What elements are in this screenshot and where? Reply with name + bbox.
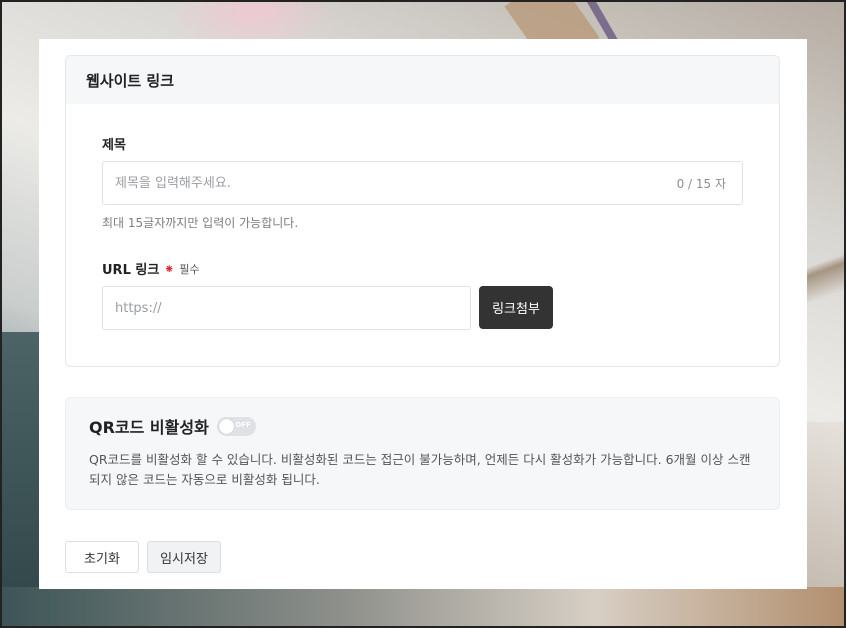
url-field[interactable] — [102, 286, 471, 330]
required-text: 필수 — [179, 262, 200, 276]
qr-deactivate-card: QR코드 비활성화 OFF QR코드를 비활성화 할 수 있습니다. 비활성화된… — [65, 397, 780, 510]
attach-link-button[interactable]: 링크첨부 — [479, 286, 553, 329]
website-link-card: 웹사이트 링크 제목 0 / 15 자 최대 15글자까지만 입력이 가능합니다… — [65, 55, 780, 367]
content-panel: 웹사이트 링크 제목 0 / 15 자 최대 15글자까지만 입력이 가능합니다… — [39, 39, 807, 589]
url-input[interactable] — [115, 300, 458, 316]
website-link-header: 웹사이트 링크 — [66, 56, 779, 104]
title-field[interactable]: 0 / 15 자 — [102, 161, 743, 205]
title-label: 제목 — [102, 138, 126, 153]
qr-description: QR코드를 비활성화 할 수 있습니다. 비활성화된 코드는 접근이 불가능하며… — [89, 452, 751, 487]
save-draft-button[interactable]: 임시저장 — [147, 541, 221, 573]
url-label-row: URL 링크 ⁕ 필수 — [102, 259, 200, 279]
toggle-state-text: OFF — [235, 420, 251, 429]
title-input[interactable] — [115, 175, 677, 191]
required-asterisk-icon: ⁕ — [164, 261, 175, 276]
title-hint: 최대 15글자까지만 입력이 가능합니다. — [102, 216, 299, 230]
title-char-counter: 0 / 15 자 — [676, 176, 726, 191]
toggle-knob — [218, 418, 234, 434]
reset-button[interactable]: 초기화 — [65, 541, 139, 573]
url-label: URL 링크 — [102, 263, 160, 278]
qr-title-row: QR코드 비활성화 OFF — [89, 414, 756, 438]
qr-title: QR코드 비활성화 — [89, 418, 209, 437]
qr-deactivate-toggle[interactable]: OFF — [216, 416, 256, 436]
